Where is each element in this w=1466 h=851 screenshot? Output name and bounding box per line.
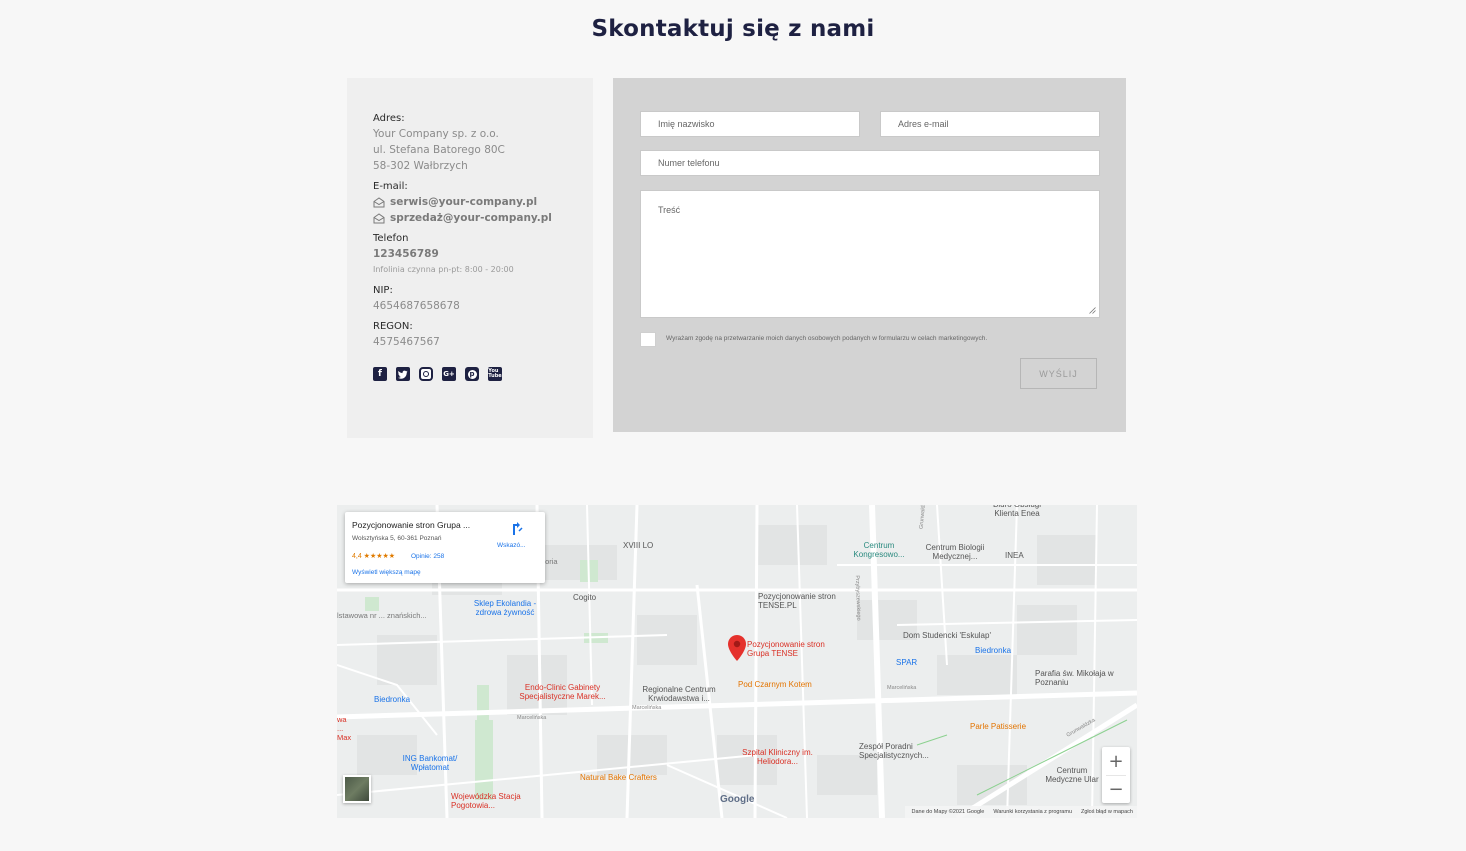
message-placeholder: Treść — [658, 205, 681, 215]
resize-handle-icon[interactable] — [1089, 307, 1096, 314]
place-centrum-medyczne[interactable]: Centrum Medyczne Ular — [1039, 766, 1105, 784]
phone-label: Telefon — [373, 233, 409, 244]
place-zespol-poradni[interactable]: Zespół Poradni Specjalistycznych... — [859, 742, 944, 760]
contact-info-panel: Adres: Your Company sp. z o.o. ul. Stefa… — [347, 78, 593, 438]
message-textarea[interactable]: Treść — [640, 190, 1100, 318]
google-plus-icon[interactable]: G+ — [442, 367, 456, 381]
envelope-icon — [373, 212, 385, 223]
place-ekolandia[interactable]: Sklep Ekolandia - zdrowa żywność — [465, 599, 545, 617]
hotline-hours: Infolinia czynna pn-pt: 8:00 - 20:00 — [373, 265, 514, 274]
satellite-toggle[interactable] — [343, 775, 371, 803]
page-title: Skontaktuj się z nami — [591, 16, 875, 42]
street-label-marcelinska-3: Marcelińska — [887, 685, 917, 691]
place-centrum-krwiodawstwa[interactable]: Regionalne Centrum Krwiodawstwa i... — [634, 685, 724, 703]
twitter-icon[interactable] — [396, 367, 410, 381]
submit-button[interactable]: WYŚLIJ — [1020, 358, 1097, 389]
nip-label: NIP: — [373, 285, 393, 296]
place-spar[interactable]: SPAR — [896, 658, 917, 667]
address-label: Adres: — [373, 113, 405, 124]
phone-placeholder: Numer telefonu — [658, 158, 720, 168]
place-centrum-biologii[interactable]: Centrum Biologii Medycznej... — [917, 543, 993, 561]
facebook-icon[interactable]: f — [373, 367, 387, 381]
place-ing[interactable]: ING Bankomat/ Wpłatomat — [387, 754, 473, 772]
contact-form: Imię nazwisko Adres e-mail Numer telefon… — [613, 78, 1126, 432]
place-name: Pozycjonowanie stron Grupa ... — [352, 520, 471, 530]
place-natural-bake[interactable]: Natural Bake Crafters — [580, 773, 657, 782]
regon-value: 4575467567 — [373, 336, 440, 348]
place-endo-clinic[interactable]: Endo-Clinic Gabinety Specjalistyczne Mar… — [510, 683, 615, 701]
name-input[interactable]: Imię nazwisko — [640, 111, 860, 137]
map-attribution: Dane do Mapy ©2021 Google Warunki korzys… — [905, 806, 1137, 818]
address-line-3: 58-302 Wałbrzych — [373, 160, 468, 172]
larger-map-link[interactable]: Wyświetl większą mapę — [352, 569, 421, 576]
place-grupa-tense[interactable]: Pozycjonowanie stron Grupa TENSE — [747, 640, 837, 658]
email-sales-text: sprzedaż@your-company.pl — [390, 212, 552, 224]
social-links: f G+ p You Tube — [373, 367, 567, 381]
place-tense-pl[interactable]: Pozycjonowanie stron TENSE.PL — [758, 592, 838, 610]
instagram-icon[interactable] — [419, 367, 433, 381]
pinterest-icon[interactable]: p — [465, 367, 479, 381]
consent-checkbox[interactable] — [640, 332, 656, 347]
map-pin-icon[interactable] — [728, 635, 746, 661]
place-address: Wolsztyńska 5, 60-361 Poznań — [352, 535, 442, 542]
youtube-icon[interactable]: You Tube — [488, 367, 502, 381]
envelope-icon — [373, 196, 385, 207]
map-label-max: wa ... Max — [337, 715, 352, 742]
nip-value: 4654687658678 — [373, 300, 460, 312]
place-cogito[interactable]: Cogito — [573, 593, 596, 602]
map-label-toria: toria — [543, 557, 558, 566]
place-rating: 4,4 ★★★★★ — [352, 553, 396, 560]
place-parafia[interactable]: Parafia św. Mikołaja w Poznaniu — [1035, 669, 1125, 687]
directions-link[interactable]: Wskazó... — [497, 542, 526, 549]
place-eskulap[interactable]: Dom Studencki 'Eskulap' — [903, 631, 991, 640]
zoom-in-button[interactable]: + — [1102, 747, 1130, 775]
directions-icon[interactable] — [510, 522, 524, 536]
reviews-link[interactable]: Opinie: 258 — [411, 553, 444, 560]
address-line-1: Your Company sp. z o.o. — [373, 128, 499, 140]
place-biedronka-2[interactable]: Biedronka — [374, 695, 410, 704]
place-centrum-kongresowe[interactable]: Centrum Kongresowo... — [849, 541, 909, 559]
report-error-link[interactable]: Zgłoś błąd w mapach — [1081, 809, 1133, 815]
email-label: E-mail: — [373, 181, 408, 192]
map-label-stawowa: lstawowa nr ... znańskich... — [337, 611, 427, 620]
place-info-card: Pozycjonowanie stron Grupa ... Wolsztyńs… — [345, 512, 545, 583]
place-szpital[interactable]: Szpital Kliniczny im. Heliodora... — [735, 748, 820, 766]
email-placeholder: Adres e-mail — [898, 119, 949, 129]
name-placeholder: Imię nazwisko — [658, 119, 715, 129]
zoom-controls: + − — [1102, 747, 1130, 803]
phone-input[interactable]: Numer telefonu — [640, 150, 1100, 176]
place-inea[interactable]: INEA — [1005, 551, 1024, 560]
google-logo: Google — [720, 794, 755, 805]
phone-number[interactable]: 123456789 — [373, 246, 567, 262]
address-line-2: ul. Stefana Batorego 80C — [373, 144, 505, 156]
regon-label: REGON: — [373, 321, 413, 332]
terms-link[interactable]: Warunki korzystania z programu — [993, 809, 1072, 815]
map-data-credit: Dane do Mapy ©2021 Google — [911, 809, 985, 815]
zoom-out-button[interactable]: − — [1102, 775, 1130, 803]
zoom-divider — [1106, 775, 1126, 776]
street-label-marcelinska-1: Marcelińska — [517, 715, 547, 721]
email-link-service[interactable]: serwis@your-company.pl — [373, 194, 567, 210]
email-link-sales[interactable]: sprzedaż@your-company.pl — [373, 210, 567, 226]
email-input[interactable]: Adres e-mail — [880, 111, 1100, 137]
place-xviii-lo[interactable]: XVIII LO — [623, 541, 653, 550]
place-pogotowie[interactable]: Wojewódzka Stacja Pogotowia... — [451, 792, 541, 810]
place-parle-patisserie[interactable]: Parle Patisserie — [970, 722, 1026, 731]
place-biedronka-1[interactable]: Biedronka — [975, 646, 1011, 655]
street-label-marcelinska-2: Marcelińska — [632, 705, 662, 711]
place-enea[interactable]: Biuro Obsługi Klienta Enea — [982, 505, 1052, 518]
google-map[interactable]: Grunwaldzka Marcelińska Marcelińska Przy… — [337, 505, 1137, 818]
place-pod-czarnym-kotem[interactable]: Pod Czarnym Kotem — [738, 680, 812, 689]
consent-text: Wyrażam zgodę na przetwarzanie moich dan… — [666, 335, 988, 342]
email-service-text: serwis@your-company.pl — [390, 196, 538, 208]
